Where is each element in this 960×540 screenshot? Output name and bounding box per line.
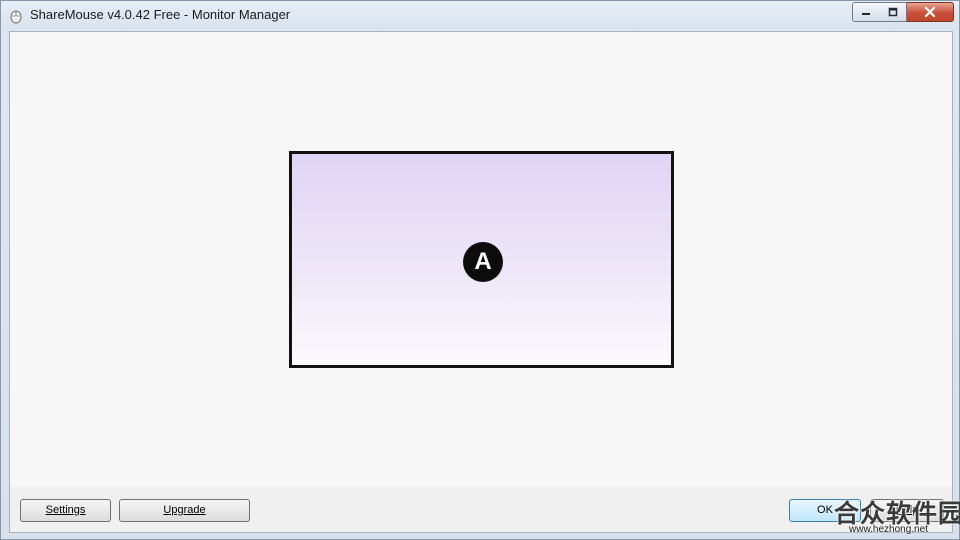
settings-button[interactable]: Settings [20,499,111,522]
title-bar[interactable]: ShareMouse v4.0.42 Free - Monitor Manage… [1,1,959,30]
monitor-layout-area: A [10,32,952,487]
monitor-label-badge: A [463,242,503,282]
maximize-icon [888,7,897,17]
client-area: A Settings Upgrade OK Help [9,31,953,533]
window-title: ShareMouse v4.0.42 Free - Monitor Manage… [30,7,291,22]
monitor-a[interactable]: A [289,151,674,368]
close-icon [924,6,936,18]
close-button[interactable] [907,2,954,22]
maximize-button[interactable] [879,2,907,22]
watermark: 合众软件园 www.hezhong.net [830,494,960,538]
minimize-button[interactable] [852,2,880,22]
button-bar: Settings Upgrade OK Help [10,487,952,532]
main-window: ShareMouse v4.0.42 Free - Monitor Manage… [0,0,960,540]
upgrade-button[interactable]: Upgrade [119,499,250,522]
mouse-icon [8,8,24,24]
minimize-icon [862,13,870,15]
watermark-url: www.hezhong.net [849,524,928,535]
